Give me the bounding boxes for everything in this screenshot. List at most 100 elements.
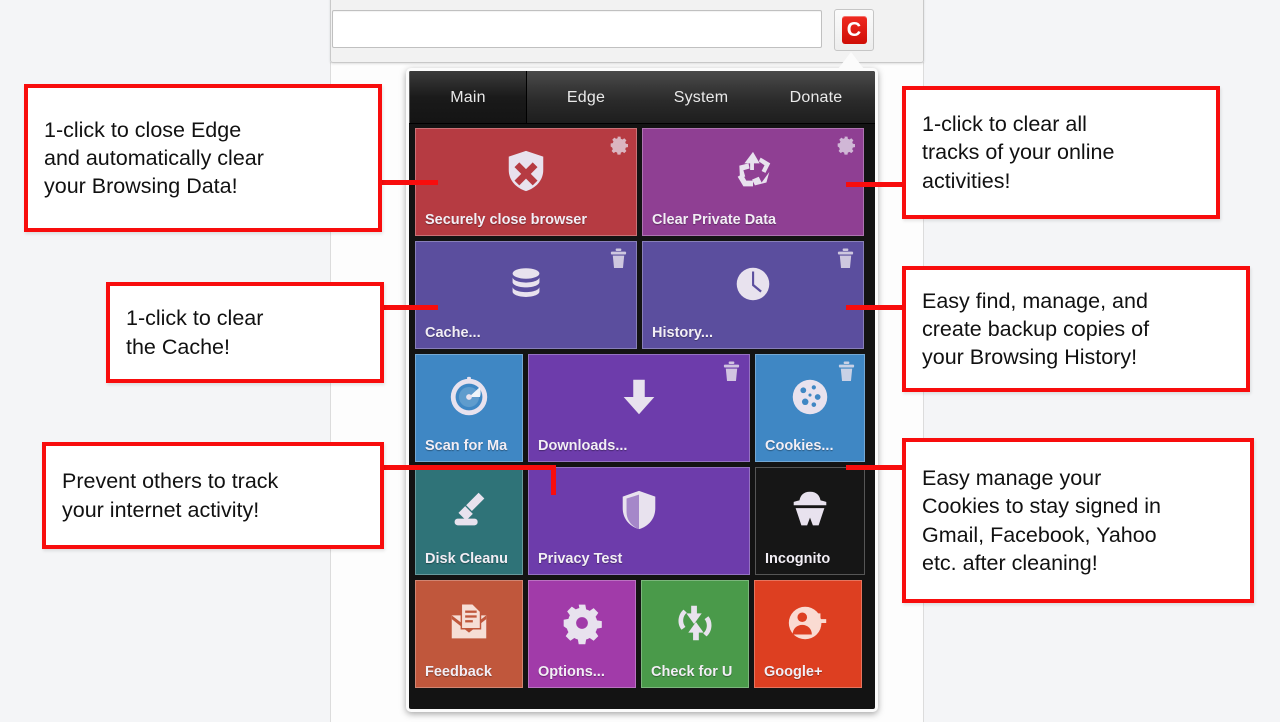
google-plus-icon bbox=[755, 597, 861, 649]
tile-incognito[interactable]: Incognito bbox=[755, 467, 865, 575]
refresh-icon bbox=[642, 597, 748, 649]
gear-icon bbox=[529, 597, 635, 649]
callout-leader-line bbox=[846, 182, 906, 187]
tile-feedback[interactable]: Feedback bbox=[415, 580, 523, 688]
callout-text: Easy find, manage, and create backup copi… bbox=[906, 287, 1165, 371]
tile-disk-cleanu[interactable]: Disk Cleanu bbox=[415, 467, 523, 575]
shield-icon bbox=[529, 484, 749, 536]
tile-label: Clear Private Data bbox=[652, 212, 777, 228]
popup-tab-bar: Main Edge System Donate bbox=[409, 71, 875, 124]
popup-arrow bbox=[838, 52, 864, 69]
callout-line: 1-click to clear bbox=[126, 306, 264, 331]
tile-row: Cache... History... bbox=[415, 241, 869, 349]
tile-label: Securely close browser bbox=[425, 212, 587, 228]
incognito-icon bbox=[756, 484, 864, 536]
callout-line: your Browsing History! bbox=[922, 345, 1138, 370]
browser-toolbar: C bbox=[331, 2, 923, 52]
tile-scan-for-ma[interactable]: Scan for Ma bbox=[415, 354, 523, 462]
tile-row: Feedback Options... Check for U Google+ bbox=[415, 580, 869, 688]
callout-text: 1-click to clear the Cache! bbox=[110, 304, 279, 360]
callout-line: 1-click to close Edge bbox=[44, 117, 242, 142]
callout-text: 1-click to close Edge and automatically c… bbox=[28, 116, 280, 200]
scan-gauge-icon bbox=[416, 371, 522, 423]
tile-privacy-test[interactable]: Privacy Test bbox=[528, 467, 750, 575]
trash-icon[interactable] bbox=[837, 361, 857, 383]
callout-history: Easy find, manage, and create backup copi… bbox=[902, 266, 1250, 392]
browser-window: C bbox=[330, 0, 924, 63]
tile-label: Scan for Ma bbox=[425, 438, 508, 454]
tile-cookies[interactable]: Cookies... bbox=[755, 354, 865, 462]
tile-label: Options... bbox=[538, 664, 605, 680]
callout-line: tracks of your online bbox=[922, 140, 1115, 165]
callout-privacy-test: Prevent others to track your internet act… bbox=[42, 442, 384, 549]
tile-cache[interactable]: Cache... bbox=[415, 241, 637, 349]
extension-toolbar-button[interactable]: C bbox=[834, 9, 874, 51]
tab-label: Donate bbox=[789, 88, 843, 106]
tile-row: Disk Cleanu Privacy Test Incognito bbox=[415, 467, 869, 575]
tile-label: Cache... bbox=[425, 325, 481, 341]
callout-line: etc. after cleaning! bbox=[922, 550, 1098, 575]
tile-label: Check for U bbox=[651, 664, 733, 680]
tab-main[interactable]: Main bbox=[409, 71, 527, 124]
clickandclean-icon: C bbox=[841, 16, 867, 44]
tab-label: System bbox=[673, 88, 729, 106]
callout-line: Gmail, Facebook, Yahoo bbox=[922, 522, 1157, 547]
tab-label: Main bbox=[450, 88, 486, 106]
tile-label: Google+ bbox=[764, 664, 823, 680]
tile-label: History... bbox=[652, 325, 713, 341]
tile-downloads[interactable]: Downloads... bbox=[528, 354, 750, 462]
tab-donate[interactable]: Donate bbox=[757, 71, 875, 124]
broom-icon bbox=[416, 484, 522, 536]
recycle-icon bbox=[643, 145, 863, 197]
callout-line: create backup copies of bbox=[922, 316, 1150, 341]
tile-check-for-u[interactable]: Check for U bbox=[641, 580, 749, 688]
tile-securely-close-browser[interactable]: Securely close browser bbox=[415, 128, 637, 236]
callout-line: Prevent others to track bbox=[62, 469, 279, 494]
database-icon bbox=[416, 258, 636, 310]
tab-label: Edge bbox=[566, 88, 606, 106]
callout-text: Easy manage your Cookies to stay signed i… bbox=[906, 464, 1177, 577]
callout-clear-private-data: 1-click to clear all tracks of your onlin… bbox=[902, 86, 1220, 219]
popup-tile-grid: Securely close browser Clear Private Data… bbox=[409, 124, 875, 688]
tile-options[interactable]: Options... bbox=[528, 580, 636, 688]
tile-history[interactable]: History... bbox=[642, 241, 864, 349]
callout-leader-line bbox=[846, 465, 906, 470]
tile-label: Cookies... bbox=[765, 438, 834, 454]
callout-text: Prevent others to track your internet act… bbox=[46, 467, 294, 523]
callout-line: Easy manage your bbox=[922, 466, 1102, 491]
callout-line: the Cache! bbox=[126, 334, 230, 359]
callout-leader-line bbox=[382, 180, 438, 185]
trash-icon[interactable] bbox=[836, 248, 856, 270]
callout-leader-line bbox=[382, 465, 556, 470]
tile-label: Disk Cleanu bbox=[425, 551, 508, 567]
tab-system[interactable]: System bbox=[645, 71, 757, 124]
tile-label: Incognito bbox=[765, 551, 831, 567]
tile-google[interactable]: Google+ bbox=[754, 580, 862, 688]
callout-line: Cookies to stay signed in bbox=[922, 494, 1162, 519]
callout-line: your internet activity! bbox=[62, 497, 260, 522]
clock-icon bbox=[643, 258, 863, 310]
address-bar-input[interactable] bbox=[332, 10, 822, 48]
callout-leader-line bbox=[382, 305, 438, 310]
callout-cookies: Easy manage your Cookies to stay signed i… bbox=[902, 438, 1254, 603]
tile-clear-private-data[interactable]: Clear Private Data bbox=[642, 128, 864, 236]
shield-x-icon bbox=[416, 145, 636, 197]
callout-line: your Browsing Data! bbox=[44, 174, 238, 199]
extension-popup-panel: Main Edge System Donate Securely close brow… bbox=[406, 68, 878, 712]
callout-leader-line bbox=[846, 305, 906, 310]
callout-line: 1-click to clear all bbox=[922, 112, 1087, 137]
callout-text: 1-click to clear all tracks of your onlin… bbox=[906, 110, 1130, 194]
gear-icon[interactable] bbox=[836, 135, 856, 157]
tile-label: Feedback bbox=[425, 664, 492, 680]
download-arrow-icon bbox=[529, 371, 749, 423]
feedback-mail-icon bbox=[416, 597, 522, 649]
callout-securely-close: 1-click to close Edge and automatically c… bbox=[24, 84, 382, 232]
callout-leader-line bbox=[551, 465, 556, 495]
callout-line: and automatically clear bbox=[44, 145, 264, 170]
tile-row: Securely close browser Clear Private Data bbox=[415, 128, 869, 236]
trash-icon[interactable] bbox=[722, 361, 742, 383]
callout-cache: 1-click to clear the Cache! bbox=[106, 282, 384, 383]
gear-icon[interactable] bbox=[609, 135, 629, 157]
tab-edge[interactable]: Edge bbox=[527, 71, 645, 124]
trash-icon[interactable] bbox=[609, 248, 629, 270]
